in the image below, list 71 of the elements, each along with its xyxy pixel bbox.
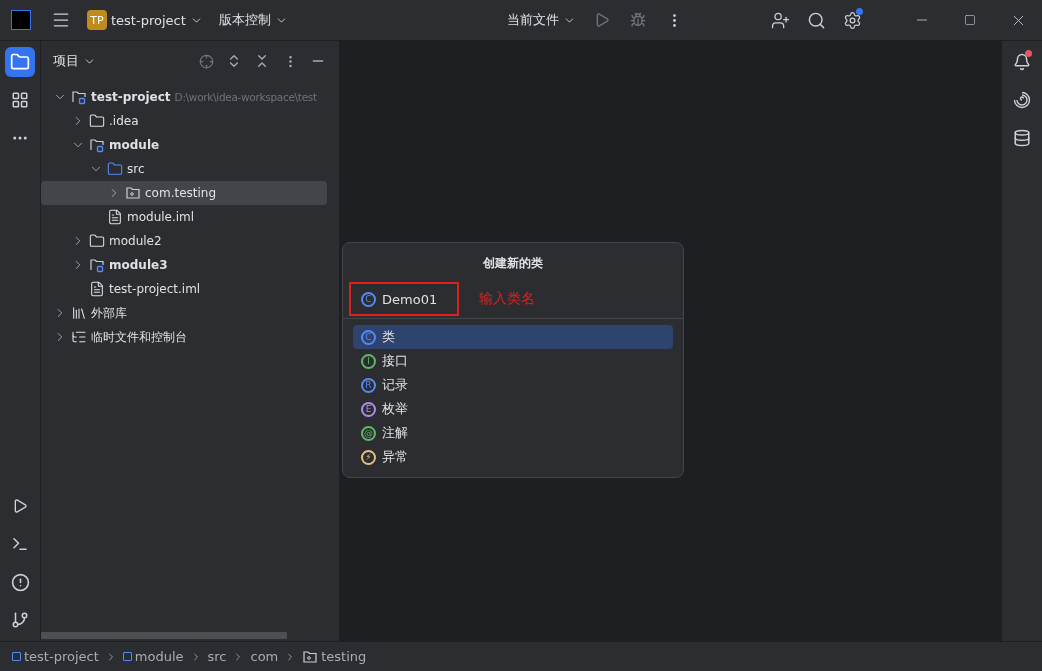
- tree-item[interactable]: 外部库: [41, 301, 327, 325]
- tree-item[interactable]: test-project.iml: [41, 277, 327, 301]
- breadcrumb[interactable]: module: [122, 649, 184, 664]
- tree-item[interactable]: module3: [41, 253, 327, 277]
- tree-item-label: src: [127, 162, 145, 176]
- class-kind-option[interactable]: R 记录: [353, 373, 673, 397]
- source-folder-icon: [107, 161, 123, 177]
- option-label: 记录: [382, 376, 408, 394]
- class-name-input-box[interactable]: C Demo01: [349, 282, 459, 316]
- tree-item-label: 临时文件和控制台: [91, 328, 187, 346]
- option-label: 枚举: [382, 400, 408, 418]
- tree-item[interactable]: 临时文件和控制台: [41, 325, 327, 349]
- option-label: 注解: [382, 424, 408, 442]
- class-kind-option[interactable]: C 类: [353, 325, 673, 349]
- tree-item-label: test-project.iml: [109, 282, 201, 296]
- package-icon: [302, 648, 319, 665]
- tree-item-label: module3: [109, 258, 168, 272]
- tree-item-label: .idea: [109, 114, 139, 128]
- kind-letter-icon: @: [361, 425, 376, 441]
- project-folder-icon[interactable]: [5, 47, 35, 77]
- class-name-field[interactable]: Demo01: [382, 291, 446, 307]
- file-icon: [89, 281, 105, 297]
- tree-item-label: com.testing: [145, 186, 217, 200]
- tree-item[interactable]: com.testing: [41, 181, 327, 205]
- panel-title[interactable]: 项目: [53, 52, 191, 70]
- class-kind-option[interactable]: I 接口: [353, 349, 673, 373]
- kind-letter-icon: ⚡: [361, 449, 376, 465]
- class-kind-option[interactable]: E 枚举: [353, 397, 673, 421]
- package-icon: [125, 185, 141, 201]
- option-label: 异常: [382, 448, 408, 466]
- dialog-title: 创建新的类: [482, 255, 544, 272]
- kind-letter-icon: E: [361, 401, 376, 417]
- tree-item[interactable]: module: [41, 133, 327, 157]
- option-label: 类: [382, 328, 395, 346]
- kind-letter-icon: R: [361, 377, 376, 393]
- scratch-list-icon: [71, 329, 87, 345]
- tree-item-label: module: [109, 138, 160, 152]
- project-badge: TP: [87, 10, 107, 30]
- tree-item[interactable]: module2: [41, 229, 327, 253]
- project-path: D:\work\idea-workspace\test: [174, 91, 317, 103]
- annotation-text: 输入类名: [479, 290, 535, 308]
- class-kind-option[interactable]: ⚡ 异常: [353, 445, 673, 469]
- tree-item[interactable]: test-project D:\work\idea-workspace\test: [41, 85, 327, 109]
- tree-item-label: 外部库: [91, 304, 127, 322]
- module-folder-icon: [89, 137, 105, 153]
- tree-item[interactable]: .idea: [41, 109, 327, 133]
- project-switcher[interactable]: TP test-project: [81, 6, 209, 34]
- folder-icon: [89, 233, 105, 249]
- module-folder-icon: [89, 257, 105, 273]
- tree-item[interactable]: module.iml: [41, 205, 327, 229]
- vcs-menu[interactable]: 版本控制: [212, 7, 294, 33]
- breadcrumb[interactable]: test-project: [12, 649, 99, 664]
- class-kind-icon: C: [361, 291, 376, 307]
- library-icon: [71, 305, 87, 321]
- tree-item-label: test-project: [91, 90, 171, 104]
- kind-letter-icon: I: [361, 353, 376, 369]
- class-kind-option[interactable]: @ 注解: [353, 421, 673, 445]
- run-config-dropdown[interactable]: 当前文件: [501, 7, 582, 33]
- folder-icon: [89, 113, 105, 129]
- breadcrumb[interactable]: testing: [302, 648, 367, 665]
- option-label: 接口: [382, 352, 408, 370]
- breadcrumb[interactable]: com: [250, 649, 279, 664]
- tree-item-label: module2: [109, 234, 162, 248]
- tree-item-label: module.iml: [127, 210, 195, 224]
- tree-item[interactable]: src: [41, 157, 327, 181]
- module-folder-icon: [71, 89, 87, 105]
- app-logo[interactable]: [11, 10, 31, 30]
- scrollbar[interactable]: [41, 632, 287, 639]
- kind-letter-icon: C: [361, 329, 376, 345]
- file-icon: [107, 209, 123, 225]
- breadcrumb[interactable]: src: [207, 649, 227, 664]
